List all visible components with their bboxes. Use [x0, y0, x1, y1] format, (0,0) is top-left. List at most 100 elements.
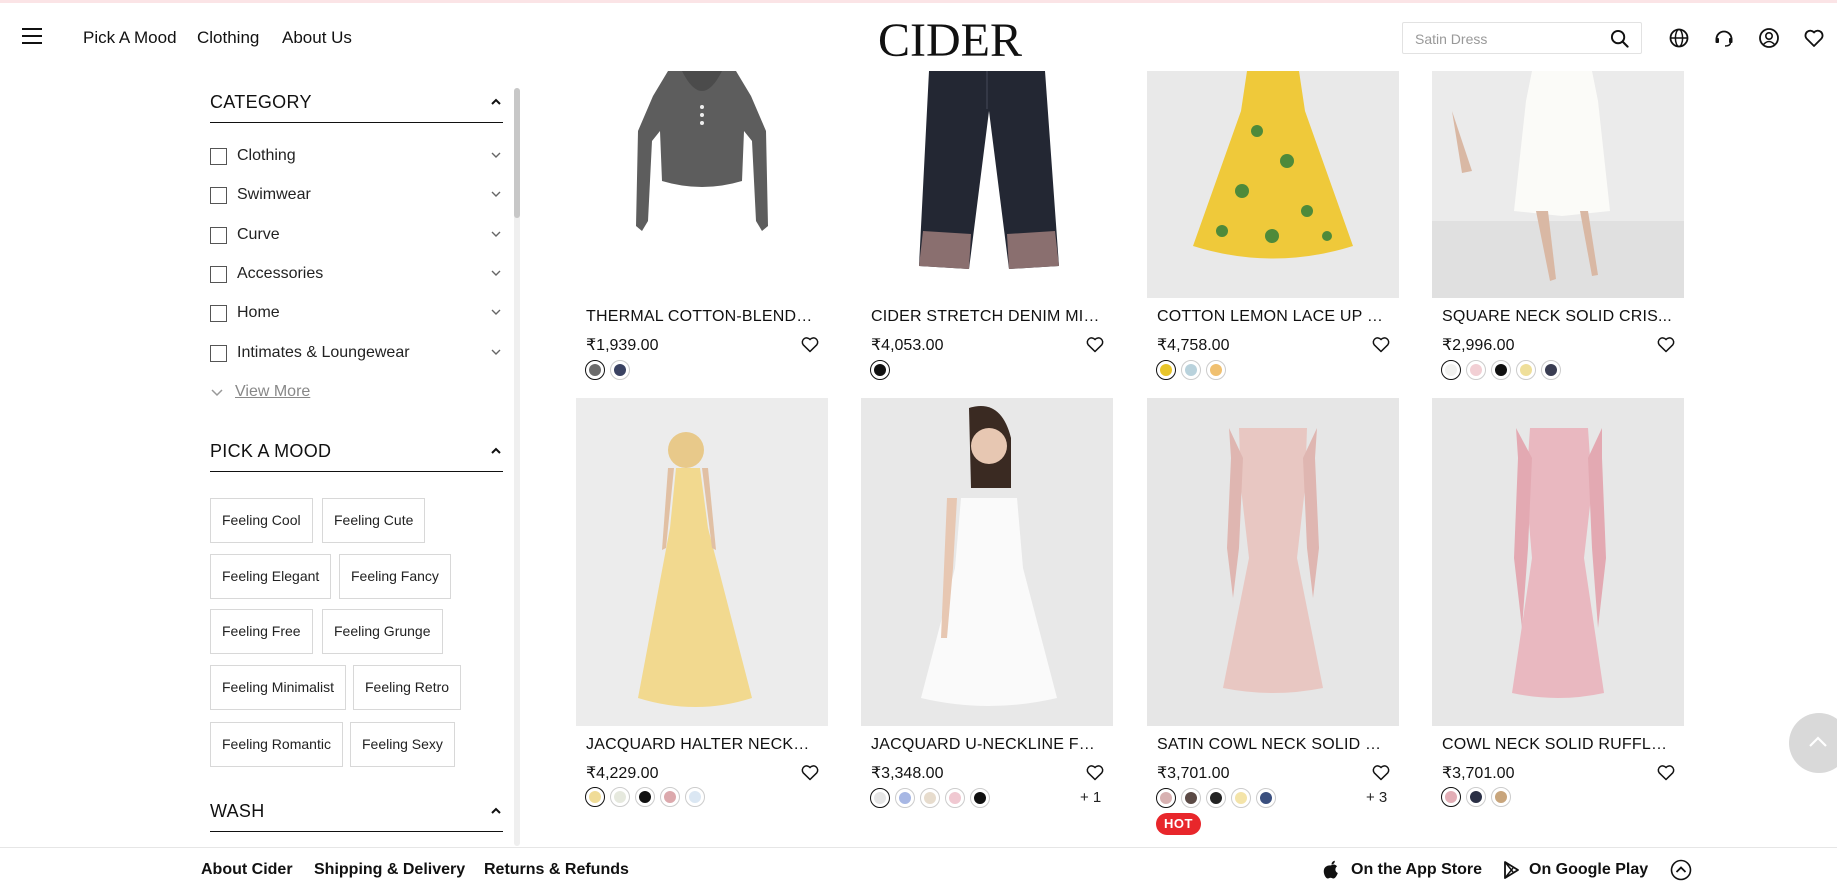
- product-image[interactable]: [1147, 71, 1399, 298]
- color-swatch[interactable]: [610, 787, 630, 807]
- footer-shipping-delivery[interactable]: Shipping & Delivery: [314, 861, 465, 879]
- checkbox[interactable]: [210, 148, 227, 165]
- mood-feeling-cute[interactable]: Feeling Cute: [322, 498, 426, 543]
- color-swatch[interactable]: [585, 360, 605, 380]
- footer-returns-refunds[interactable]: Returns & Refunds: [484, 861, 629, 879]
- more-colors-count[interactable]: + 1: [1080, 789, 1101, 806]
- footer-about-cider[interactable]: About Cider: [201, 861, 293, 879]
- mood-feeling-romantic[interactable]: Feeling Romantic: [210, 722, 343, 767]
- checkbox[interactable]: [210, 187, 227, 204]
- product-name[interactable]: SATIN COWL NECK SOLID R...: [1157, 736, 1387, 754]
- color-swatch[interactable]: [635, 787, 655, 807]
- search-input[interactable]: [1415, 29, 1595, 49]
- color-swatch[interactable]: [1466, 787, 1486, 807]
- mood-feeling-minimalist[interactable]: Feeling Minimalist: [210, 665, 347, 710]
- more-colors-count[interactable]: + 3: [1366, 789, 1387, 806]
- heart-icon[interactable]: [1086, 336, 1104, 353]
- color-swatch[interactable]: [585, 787, 605, 807]
- color-swatch[interactable]: [870, 360, 890, 380]
- category-accessories[interactable]: Accessories: [210, 263, 503, 287]
- nav-about-us[interactable]: About Us: [282, 28, 352, 48]
- color-swatch[interactable]: [1441, 360, 1461, 380]
- back-to-top-button[interactable]: [1789, 713, 1837, 773]
- sidebar-scrollbar-thumb[interactable]: [514, 88, 520, 218]
- product-image[interactable]: [1432, 398, 1684, 726]
- mood-feeling-sexy[interactable]: Feeling Sexy: [350, 722, 455, 767]
- mood-feeling-free[interactable]: Feeling Free: [210, 609, 313, 654]
- color-swatch[interactable]: [1491, 360, 1511, 380]
- product-name[interactable]: CIDER STRETCH DENIM MID...: [871, 308, 1101, 326]
- heart-icon[interactable]: [1657, 336, 1675, 353]
- chevron-down-icon[interactable]: [490, 308, 502, 316]
- color-swatch[interactable]: [1206, 360, 1226, 380]
- search-icon[interactable]: [1610, 29, 1629, 48]
- color-swatch[interactable]: [1441, 787, 1461, 807]
- category-intimates-loungewear[interactable]: Intimates & Loungewear: [210, 342, 503, 366]
- color-swatch[interactable]: [1231, 788, 1251, 808]
- checkbox[interactable]: [210, 345, 227, 362]
- wishlist-heart-icon[interactable]: [1803, 27, 1825, 49]
- color-swatch[interactable]: [970, 788, 990, 808]
- color-swatch[interactable]: [1516, 360, 1536, 380]
- support-icon[interactable]: [1713, 27, 1735, 49]
- mood-feeling-retro[interactable]: Feeling Retro: [353, 665, 462, 710]
- nav-pick-a-mood[interactable]: Pick A Mood: [83, 28, 177, 48]
- color-swatch[interactable]: [1256, 788, 1276, 808]
- checkbox[interactable]: [210, 305, 227, 322]
- checkbox[interactable]: [210, 266, 227, 283]
- mood-feeling-fancy[interactable]: Feeling Fancy: [339, 554, 451, 599]
- heart-icon[interactable]: [1086, 764, 1104, 781]
- heart-icon[interactable]: [1372, 336, 1390, 353]
- chevron-down-icon[interactable]: [490, 151, 502, 159]
- product-image[interactable]: [576, 71, 828, 298]
- collapse-caret-icon[interactable]: [490, 805, 502, 817]
- mood-feeling-grunge[interactable]: Feeling Grunge: [322, 609, 443, 654]
- product-name[interactable]: JACQUARD U-NECKLINE FL...: [871, 736, 1101, 754]
- product-name[interactable]: COTTON LEMON LACE UP P...: [1157, 308, 1387, 326]
- chevron-down-icon[interactable]: [490, 348, 502, 356]
- category-swimwear[interactable]: Swimwear: [210, 184, 503, 208]
- mood-feeling-cool[interactable]: Feeling Cool: [210, 498, 313, 543]
- heart-icon[interactable]: [801, 336, 819, 353]
- nav-clothing[interactable]: Clothing: [197, 28, 259, 48]
- color-swatch[interactable]: [1491, 787, 1511, 807]
- collapse-caret-icon[interactable]: [490, 445, 502, 457]
- color-swatch[interactable]: [1156, 788, 1176, 808]
- color-swatch[interactable]: [1156, 360, 1176, 380]
- color-swatch[interactable]: [1541, 360, 1561, 380]
- color-swatch[interactable]: [660, 787, 680, 807]
- checkbox[interactable]: [210, 227, 227, 244]
- color-swatch[interactable]: [1181, 360, 1201, 380]
- color-swatch[interactable]: [870, 788, 890, 808]
- product-name[interactable]: SQUARE NECK SOLID CRIS...: [1442, 308, 1672, 326]
- color-swatch[interactable]: [1466, 360, 1486, 380]
- product-image[interactable]: [1432, 71, 1684, 298]
- category-curve[interactable]: Curve: [210, 224, 503, 248]
- product-image[interactable]: [861, 398, 1113, 726]
- heart-icon[interactable]: [1657, 764, 1675, 781]
- account-icon[interactable]: [1758, 27, 1780, 49]
- chevron-down-icon[interactable]: [490, 269, 502, 277]
- category-clothing[interactable]: Clothing: [210, 145, 503, 169]
- globe-icon[interactable]: [1668, 27, 1690, 49]
- chevron-down-icon[interactable]: [490, 230, 502, 238]
- menu-icon[interactable]: [22, 28, 44, 46]
- product-image[interactable]: [861, 71, 1113, 298]
- color-swatch[interactable]: [895, 788, 915, 808]
- color-swatch[interactable]: [945, 788, 965, 808]
- color-swatch[interactable]: [610, 360, 630, 380]
- product-image[interactable]: [576, 398, 828, 726]
- color-swatch[interactable]: [920, 788, 940, 808]
- mood-feeling-elegant[interactable]: Feeling Elegant: [210, 554, 332, 599]
- product-image[interactable]: [1147, 398, 1399, 726]
- chevron-down-icon[interactable]: [490, 190, 502, 198]
- heart-icon[interactable]: [801, 764, 819, 781]
- color-swatch[interactable]: [1181, 788, 1201, 808]
- app-store-link[interactable]: On the App Store: [1351, 861, 1482, 879]
- heart-icon[interactable]: [1372, 764, 1390, 781]
- product-name[interactable]: JACQUARD HALTER NECKLI...: [586, 736, 816, 754]
- color-swatch[interactable]: [1206, 788, 1226, 808]
- category-home[interactable]: Home: [210, 302, 503, 326]
- product-name[interactable]: COWL NECK SOLID RUFFLE ...: [1442, 736, 1672, 754]
- product-name[interactable]: THERMAL COTTON-BLEND V...: [586, 308, 816, 326]
